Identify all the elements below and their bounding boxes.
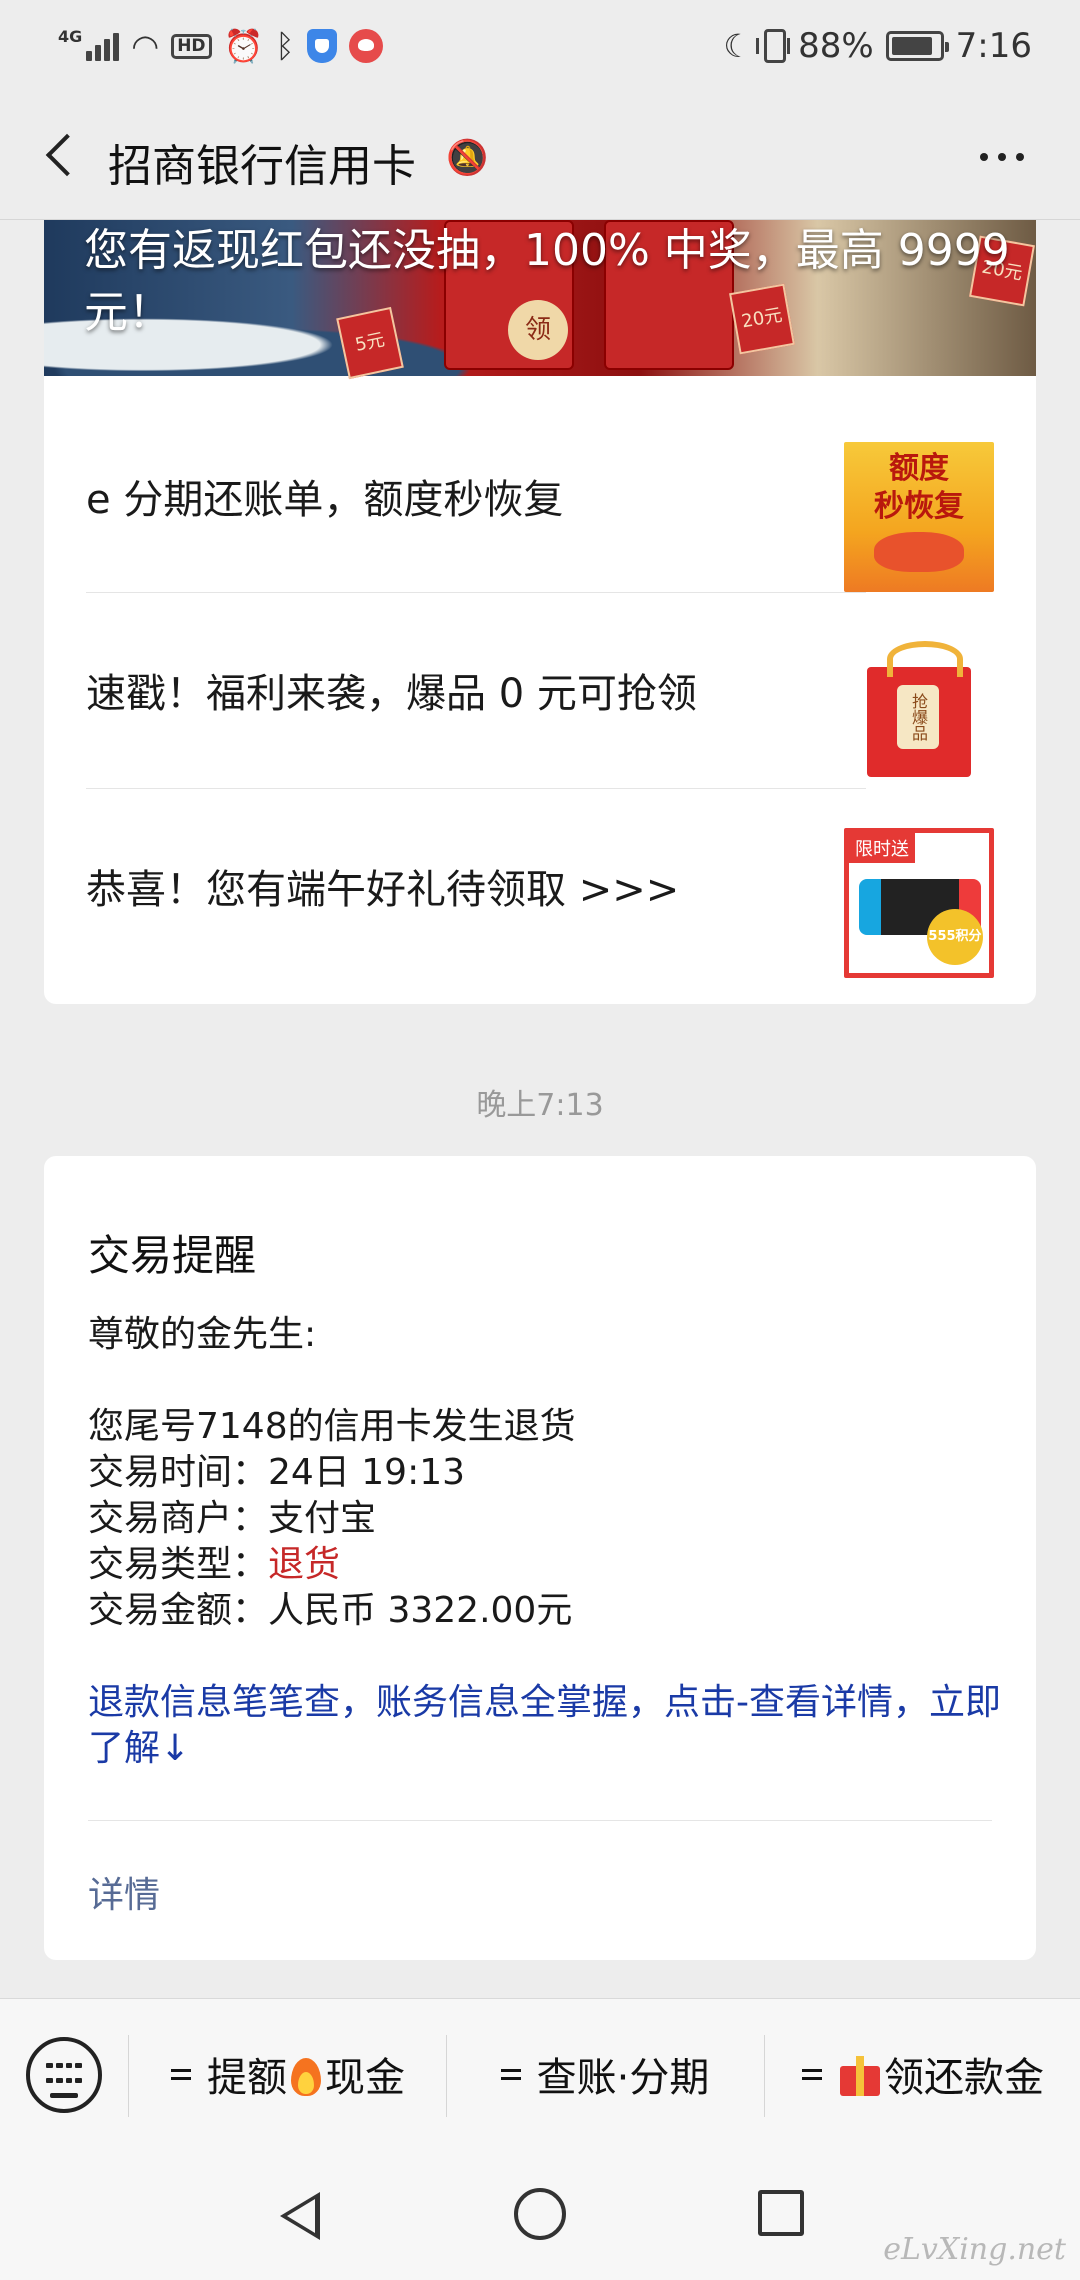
menu-item-label: 查账·分期 [536, 2055, 710, 2101]
app-notification-icon [348, 29, 383, 63]
transaction-summary: 您尾号7148的信用卡发生退货 [88, 1406, 576, 1447]
shield-icon [306, 29, 337, 63]
divider [764, 2035, 765, 2117]
back-arrow-icon[interactable] [36, 128, 92, 184]
menu-item-label: 领还款金 [884, 2055, 1044, 2101]
thumbnail-text: 额度 [889, 451, 949, 486]
menu-icon [500, 2064, 521, 2085]
banner-article[interactable]: 领 5元 20元 20元 您有返现红包还没抽，100% 中奖，最高 9999 元… [44, 220, 1036, 380]
menu-item-repayment-bonus[interactable]: 领还款金 [766, 1999, 1080, 2149]
news-item[interactable]: 恭喜！您有端午好礼待领取 >>> 限时送 555积分 [44, 788, 1036, 984]
banner-title: 您有返现红包还没抽，100% 中奖，最高 9999 元！ [84, 225, 1010, 338]
news-thumbnail: 抢爆品 [844, 636, 994, 786]
points-coin-image: 555积分 [927, 909, 983, 965]
menu-item-label: 提额 [207, 2055, 287, 2101]
news-item[interactable]: e 分期还账单，额度秒恢复 额度 秒恢复 [44, 398, 1036, 594]
field-label: 交易金额： [88, 1590, 269, 1631]
wifi-icon: ◠ [131, 27, 160, 65]
greeting: 尊敬的金先生: [88, 1314, 317, 1355]
divider [128, 2035, 129, 2117]
keyboard-icon[interactable] [26, 2037, 102, 2113]
menu-icon [802, 2064, 822, 2085]
battery-fill [891, 37, 933, 55]
battery-percent: 88% [798, 26, 874, 66]
alarm-icon: ⏰ [223, 27, 264, 65]
vibrate-icon [756, 29, 791, 63]
transaction-type-row: 交易类型：退货 [88, 1542, 1008, 1588]
details-link[interactable]: 详情 [88, 1866, 160, 1918]
thumbnail-text: 秒恢复 [874, 489, 964, 524]
field-value: 退货 [268, 1544, 341, 1585]
menu-item-label: 现金 [325, 2055, 405, 2101]
transaction-time-row: 交易时间：24日 19:13 [88, 1450, 1008, 1496]
thumbnail-text: 限时送 [849, 833, 915, 863]
battery-icon [885, 31, 949, 61]
transaction-body: 尊敬的金先生: 您尾号7148的信用卡发生退货 交易时间：24日 19:13 交… [88, 1312, 1008, 1634]
nav-recents-icon[interactable] [758, 2190, 804, 2236]
network-type: 4G [58, 27, 83, 46]
page-title: 招商银行信用卡 [108, 141, 416, 192]
field-value: 24日 19:13 [268, 1452, 466, 1493]
message-timestamp: 晚上7:13 [476, 1088, 604, 1123]
transaction-card[interactable]: 交易提醒 尊敬的金先生: 您尾号7148的信用卡发生退货 交易时间：24日 19… [44, 1156, 1036, 1960]
menu-icon [171, 2064, 191, 2085]
news-item-title: e 分期还账单，额度秒恢复 [86, 477, 564, 523]
fire-icon [289, 2052, 323, 2096]
news-item-title: 速戳！福利来袭，爆品 0 元可抢领 [86, 671, 697, 717]
bottom-menu: 提额 现金 查账·分期 领还款金 [0, 1998, 1080, 2148]
clock: 7:16 [955, 26, 1032, 66]
bluetooth-icon: ᛒ [275, 27, 295, 65]
piggy-bank-image [874, 532, 964, 572]
transaction-amount-row: 交易金额：人民币 3322.00元 [88, 1588, 1008, 1634]
signal-icon [86, 31, 120, 61]
gift-box-image: 抢爆品 [867, 641, 971, 777]
status-bar: 4G ◠ HD ⏰ ᛒ ☾ 88% 7:16 [0, 0, 1080, 92]
chat-header: 招商银行信用卡 🔕 [0, 92, 1080, 220]
field-value: 支付宝 [268, 1498, 377, 1539]
more-icon[interactable] [962, 132, 1042, 182]
news-card: 领 5元 20元 20元 您有返现红包还没抽，100% 中奖，最高 9999 元… [44, 220, 1036, 1004]
field-label: 交易商户： [88, 1498, 269, 1539]
menu-item-bill-installment[interactable]: 查账·分期 [448, 1999, 762, 2149]
divider [446, 2035, 447, 2117]
gift-icon [838, 2052, 882, 2096]
card-title: 交易提醒 [88, 1231, 257, 1280]
news-thumbnail: 限时送 555积分 [844, 828, 994, 978]
news-thumbnail: 额度 秒恢复 [844, 442, 994, 592]
menu-item-credit-limit[interactable]: 提额 现金 [130, 1999, 446, 2149]
moon-icon: ☾ [723, 27, 753, 65]
nav-home-icon[interactable] [514, 2188, 566, 2240]
nav-back-icon[interactable] [276, 2188, 326, 2240]
refund-info-link[interactable]: 退款信息笔笔查，账务信息全掌握，点击-查看详情，立即了解↓ [88, 1680, 1008, 1772]
news-item-title: 恭喜！您有端午好礼待领取 >>> [86, 867, 680, 913]
system-nav-bar: eLvXing.net [0, 2148, 1080, 2280]
field-label: 交易类型： [88, 1544, 269, 1585]
field-label: 交易时间： [88, 1452, 269, 1493]
watermark: eLvXing.net [883, 2232, 1066, 2267]
divider [88, 1820, 992, 1821]
transaction-merchant-row: 交易商户：支付宝 [88, 1496, 1008, 1542]
bell-off-icon: 🔕 [446, 138, 489, 178]
news-item[interactable]: 速戳！福利来袭，爆品 0 元可抢领 抢爆品 [44, 592, 1036, 788]
hd-badge: HD [171, 33, 212, 59]
thumbnail-text: 抢爆品 [897, 685, 939, 749]
field-value: 人民币 3322.00元 [268, 1590, 573, 1631]
